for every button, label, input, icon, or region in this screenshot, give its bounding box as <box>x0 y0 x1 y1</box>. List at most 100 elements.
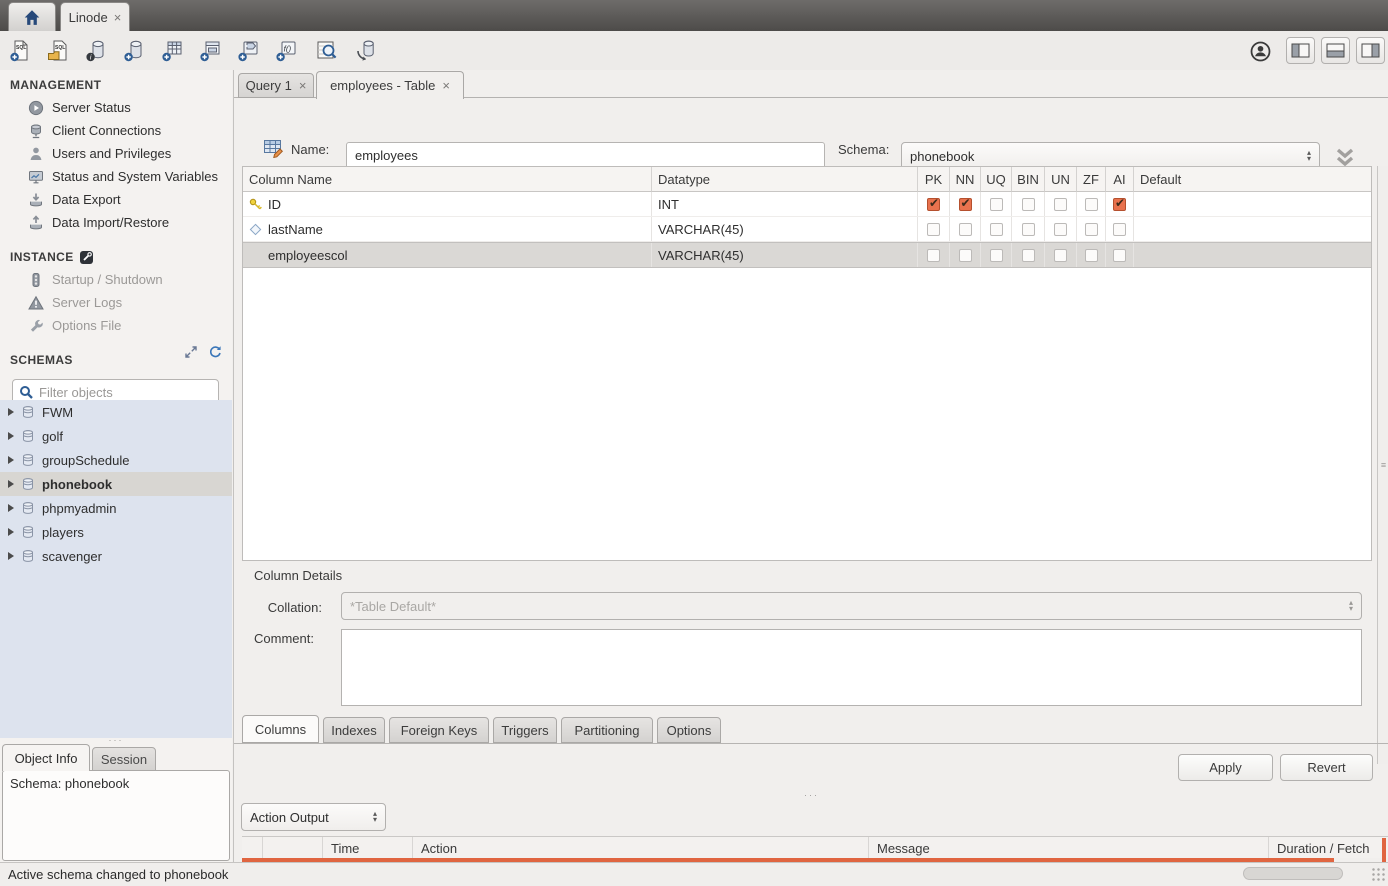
expander-arrow-icon[interactable] <box>8 408 14 416</box>
pk-checkbox[interactable] <box>927 223 940 236</box>
open-sql-script-icon[interactable]: SQL <box>46 38 72 63</box>
bin-checkbox[interactable] <box>1022 223 1035 236</box>
bin-checkbox[interactable] <box>1022 249 1035 262</box>
sidebar-item-client-connections[interactable]: Client Connections <box>0 119 232 142</box>
expander-arrow-icon[interactable] <box>8 504 14 512</box>
sidebar-item-status-variables[interactable]: Status and System Variables <box>0 165 232 188</box>
un-checkbox[interactable] <box>1054 249 1067 262</box>
schema-item-fwm[interactable]: FWM <box>0 400 232 424</box>
schema-item-scavenger[interactable]: scavenger <box>0 544 232 568</box>
schema-item-phonebook[interactable]: phonebook <box>0 472 232 496</box>
stepper-icon[interactable]: ▴▾ <box>1349 600 1353 612</box>
output-col-duration[interactable]: Duration / Fetch <box>1269 837 1388 859</box>
nn-checkbox[interactable] <box>959 249 972 262</box>
tab-partitioning[interactable]: Partitioning <box>561 717 653 743</box>
toggle-right-panel-button[interactable] <box>1356 37 1385 64</box>
ai-checkbox[interactable] <box>1113 223 1126 236</box>
user-icon[interactable] <box>1247 39 1273 64</box>
tab-options[interactable]: Options <box>657 717 721 743</box>
sidebar-item-users-privileges[interactable]: Users and Privileges <box>0 142 232 165</box>
output-col-message[interactable]: Message <box>869 837 1269 859</box>
bin-checkbox[interactable] <box>1022 198 1035 211</box>
right-scrollbar-strip[interactable]: ≡ <box>1377 166 1388 764</box>
create-procedure-icon[interactable] <box>236 38 262 63</box>
expander-arrow-icon[interactable] <box>8 432 14 440</box>
sidebar-item-data-export[interactable]: Data Export <box>0 188 232 211</box>
col-header-uq[interactable]: UQ <box>981 167 1012 192</box>
pk-checkbox[interactable] <box>927 249 940 262</box>
stepper-icon[interactable]: ▴▾ <box>1307 150 1311 162</box>
column-row-employeescol[interactable]: employeescol VARCHAR(45) <box>243 242 1371 268</box>
schema-item-players[interactable]: players <box>0 520 232 544</box>
tab-columns[interactable]: Columns <box>242 715 319 743</box>
stepper-icon[interactable]: ▴▾ <box>373 811 377 823</box>
schema-filter-input[interactable] <box>39 385 199 400</box>
ai-checkbox[interactable] <box>1113 249 1126 262</box>
sidebar-item-options-file[interactable]: Options File <box>0 314 232 337</box>
column-row-id[interactable]: ID INT <box>243 192 1371 217</box>
ai-checkbox[interactable] <box>1113 198 1126 211</box>
expand-panel-icon[interactable] <box>184 345 198 359</box>
collation-select[interactable]: *Table Default* ▴▾ <box>341 592 1362 620</box>
expander-arrow-icon[interactable] <box>8 552 14 560</box>
tab-foreign-keys[interactable]: Foreign Keys <box>389 717 489 743</box>
new-sql-tab-icon[interactable]: SQL <box>8 38 34 63</box>
output-col-time[interactable]: Time <box>323 837 413 859</box>
nn-checkbox[interactable] <box>959 198 972 211</box>
tab-triggers[interactable]: Triggers <box>493 717 557 743</box>
toggle-left-panel-button[interactable] <box>1286 37 1315 64</box>
col-header-column-name[interactable]: Column Name <box>243 167 652 192</box>
action-output-select[interactable]: Action Output ▴▾ <box>241 803 386 831</box>
refresh-icon[interactable] <box>208 345 222 359</box>
pk-checkbox[interactable] <box>927 198 940 211</box>
table-name-input[interactable] <box>346 142 825 169</box>
connection-tab-linode[interactable]: Linode × <box>60 2 130 31</box>
sidebar-item-data-import[interactable]: Data Import/Restore <box>0 211 232 234</box>
comment-textarea[interactable] <box>341 629 1362 706</box>
sidebar-item-server-status[interactable]: Server Status <box>0 96 232 119</box>
home-tab[interactable] <box>8 2 56 31</box>
output-col-action[interactable]: Action <box>413 837 869 859</box>
editor-tab-query1[interactable]: Query 1 × <box>238 73 314 98</box>
column-row-lastname[interactable]: lastName VARCHAR(45) <box>243 217 1371 242</box>
create-table-icon[interactable] <box>160 38 186 63</box>
uq-checkbox[interactable] <box>990 223 1003 236</box>
output-splitter-handle[interactable]: ··· <box>234 792 1388 800</box>
close-icon[interactable]: × <box>114 11 122 24</box>
search-table-data-icon[interactable] <box>314 38 340 63</box>
un-checkbox[interactable] <box>1054 223 1067 236</box>
schema-item-groupschedule[interactable]: groupSchedule <box>0 448 232 472</box>
horizontal-scrollbar-thumb[interactable] <box>1243 867 1343 880</box>
window-resize-grip[interactable] <box>1371 867 1385 881</box>
close-icon[interactable]: × <box>299 79 307 92</box>
tab-indexes[interactable]: Indexes <box>323 717 385 743</box>
editor-tab-employees-table[interactable]: employees - Table × <box>316 71 464 99</box>
tab-object-info[interactable]: Object Info <box>2 744 90 771</box>
toggle-bottom-panel-button[interactable] <box>1321 37 1350 64</box>
create-function-icon[interactable]: f() <box>274 38 300 63</box>
apply-button[interactable]: Apply <box>1178 754 1273 781</box>
un-checkbox[interactable] <box>1054 198 1067 211</box>
uq-checkbox[interactable] <box>990 249 1003 262</box>
col-header-zf[interactable]: ZF <box>1077 167 1106 192</box>
col-header-default[interactable]: Default <box>1134 167 1371 192</box>
db-info-icon[interactable]: i <box>84 38 110 63</box>
col-header-pk[interactable]: PK <box>918 167 950 192</box>
zf-checkbox[interactable] <box>1085 249 1098 262</box>
zf-checkbox[interactable] <box>1085 198 1098 211</box>
create-schema-icon[interactable] <box>122 38 148 63</box>
close-icon[interactable]: × <box>442 79 450 92</box>
reconnect-dbms-icon[interactable] <box>354 38 380 63</box>
sidebar-item-server-logs[interactable]: Server Logs <box>0 291 232 314</box>
expander-arrow-icon[interactable] <box>8 480 14 488</box>
col-header-nn[interactable]: NN <box>950 167 981 192</box>
expander-arrow-icon[interactable] <box>8 456 14 464</box>
col-header-un[interactable]: UN <box>1045 167 1077 192</box>
revert-button[interactable]: Revert <box>1280 754 1373 781</box>
schema-item-golf[interactable]: golf <box>0 424 232 448</box>
create-view-icon[interactable] <box>198 38 224 63</box>
sidebar-item-startup-shutdown[interactable]: Startup / Shutdown <box>0 268 232 291</box>
col-header-ai[interactable]: AI <box>1106 167 1134 192</box>
col-header-bin[interactable]: BIN <box>1012 167 1045 192</box>
tab-session[interactable]: Session <box>92 747 156 771</box>
